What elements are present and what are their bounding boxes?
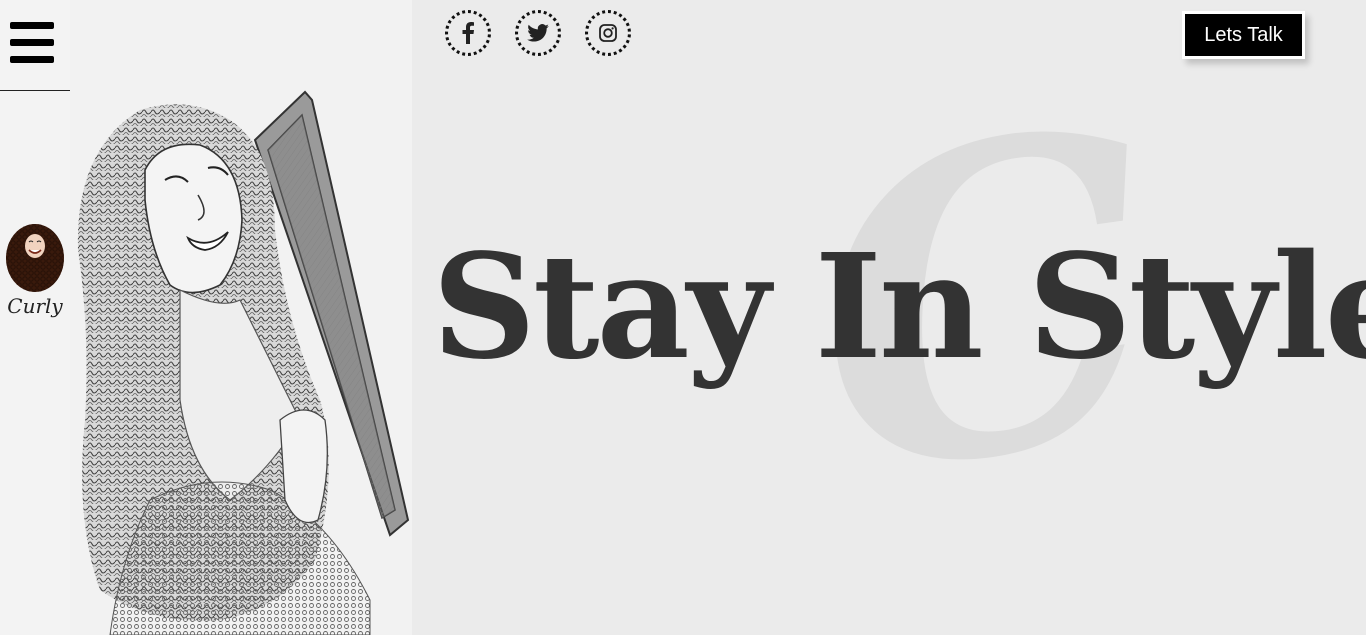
twitter-link[interactable] — [515, 10, 561, 56]
facebook-link[interactable] — [445, 10, 491, 56]
rail-divider — [0, 90, 70, 91]
curly-hair-avatar-icon — [6, 224, 64, 292]
instagram-icon — [599, 24, 617, 42]
logo-caption: Curly — [7, 294, 63, 318]
sketch-portrait-image — [70, 0, 412, 635]
page: Curly Lets Talk C Stay In Style — [0, 0, 1366, 635]
hero-title: Stay In Style — [432, 222, 1366, 391]
left-rail: Curly — [0, 0, 70, 635]
instagram-link[interactable] — [585, 10, 631, 56]
twitter-icon — [527, 24, 549, 42]
hamburger-menu-icon[interactable] — [10, 22, 54, 64]
lets-talk-button[interactable]: Lets Talk — [1182, 11, 1305, 59]
facebook-icon — [462, 22, 474, 44]
